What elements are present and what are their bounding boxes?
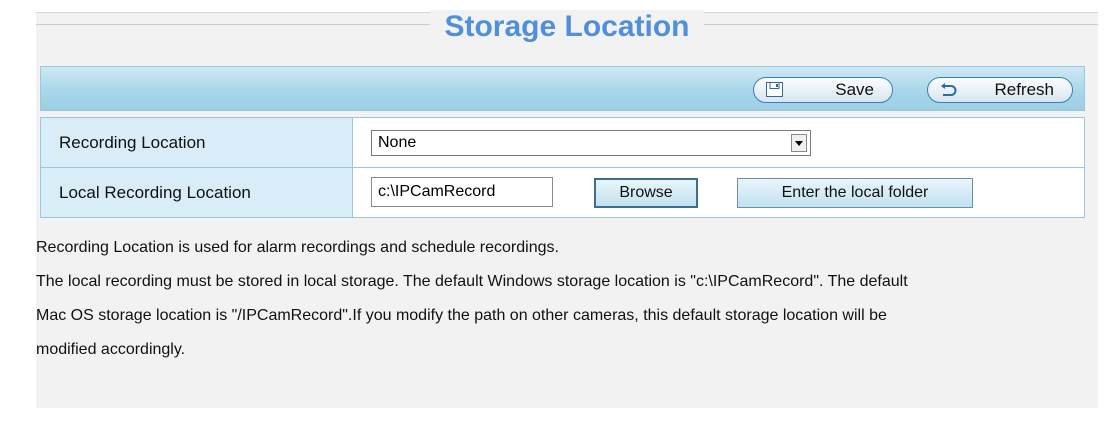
browse-button[interactable]: Browse <box>594 178 698 208</box>
enter-local-folder-button[interactable]: Enter the local folder <box>737 178 973 208</box>
refresh-label: Refresh <box>994 80 1054 99</box>
recording-location-select[interactable]: None <box>371 130 811 156</box>
save-label: Save <box>835 80 874 99</box>
help-text: Recording Location is used for alarm rec… <box>36 231 1091 367</box>
save-button[interactable]: Save <box>753 77 893 103</box>
help-line: Mac OS storage location is "/IPCamRecord… <box>36 307 887 324</box>
help-line: modified accordingly. <box>36 341 186 358</box>
help-line: Recording Location is used for alarm rec… <box>36 239 559 256</box>
storage-settings-table: Recording Location None Local Recording … <box>40 117 1085 218</box>
local-recording-location-label: Local Recording Location <box>41 168 353 217</box>
local-recording-location-row: Local Recording Location c:\IPCamRecord … <box>41 168 1084 217</box>
storage-location-panel: Storage Location Save Refresh Recording … <box>36 10 1098 408</box>
refresh-arrow-icon <box>941 83 957 96</box>
recording-location-row: Recording Location None <box>41 118 1084 168</box>
help-line: The local recording must be stored in lo… <box>36 273 908 290</box>
recording-location-selected: None <box>378 134 417 151</box>
local-path-input[interactable]: c:\IPCamRecord <box>371 177 553 207</box>
page-title: Storage Location <box>430 10 704 43</box>
page-title-wrap: Storage Location <box>36 7 1098 47</box>
floppy-disk-icon <box>766 82 783 97</box>
chevron-down-icon[interactable] <box>791 134 807 152</box>
recording-location-label: Recording Location <box>41 118 353 167</box>
toolbar: Save Refresh <box>40 66 1085 111</box>
refresh-button[interactable]: Refresh <box>927 77 1073 103</box>
